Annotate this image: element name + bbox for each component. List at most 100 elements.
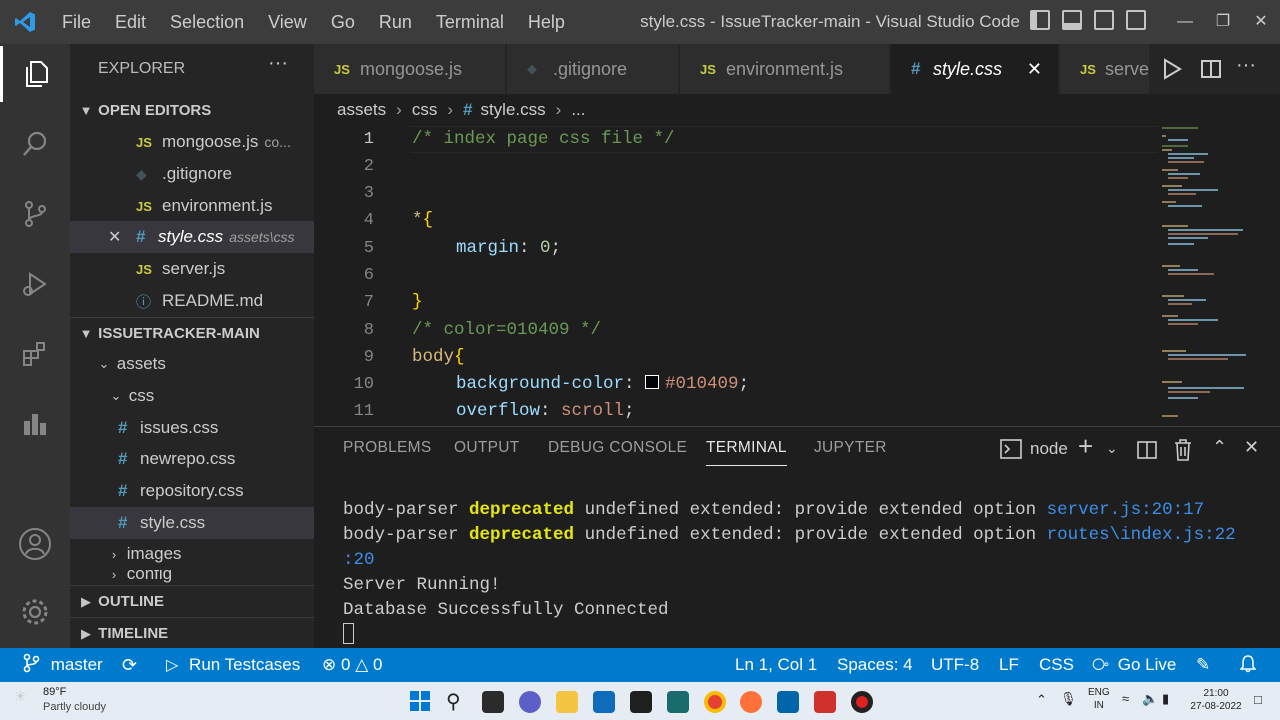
notification-center-icon[interactable]: □ bbox=[1254, 692, 1262, 707]
close-panel-icon[interactable]: ✕ bbox=[1244, 437, 1259, 458]
breadcrumb-item[interactable]: style.css bbox=[480, 100, 545, 120]
battery-icon[interactable]: ▮ bbox=[1162, 691, 1169, 707]
microphone-icon[interactable]: 🎙 bbox=[1060, 691, 1077, 707]
recorder-icon[interactable] bbox=[851, 691, 873, 713]
breadcrumb-item[interactable]: ... bbox=[571, 100, 585, 120]
testing-icon[interactable] bbox=[0, 396, 70, 452]
minimap[interactable] bbox=[1158, 126, 1258, 426]
end-of-line[interactable]: LF bbox=[999, 648, 1019, 682]
toggle-panel-icon[interactable] bbox=[1062, 10, 1082, 30]
run-debug-icon[interactable] bbox=[0, 256, 70, 312]
tree-file-selected[interactable]: # style.css bbox=[70, 507, 314, 539]
tree-file[interactable]: # issues.css bbox=[70, 412, 314, 444]
tab-server[interactable]: JS serve bbox=[1060, 44, 1150, 94]
tab-output[interactable]: OUTPUT bbox=[454, 439, 520, 457]
tab-jupyter[interactable]: JUPYTER bbox=[814, 439, 887, 457]
taskbar-search-icon[interactable]: ⚲ bbox=[446, 689, 461, 714]
accounts-icon[interactable] bbox=[0, 516, 70, 572]
more-actions-icon[interactable]: ··· bbox=[1236, 54, 1256, 77]
folder-css[interactable]: ⌄ css bbox=[70, 380, 314, 412]
menu-run[interactable]: Run bbox=[367, 0, 424, 44]
manage-gear-icon[interactable] bbox=[0, 584, 70, 640]
run-testcases-button[interactable]: ▷ Run Testcases bbox=[166, 648, 300, 683]
problems-indicator[interactable]: ⊗ 0 △ 0 bbox=[322, 648, 382, 682]
chevron-up-icon[interactable]: ⌃ bbox=[1036, 692, 1047, 708]
terminal-selector[interactable]: node bbox=[1000, 439, 1068, 459]
breadcrumb-item[interactable]: assets bbox=[337, 100, 386, 120]
new-terminal-icon[interactable]: + bbox=[1078, 431, 1093, 462]
wifi-icon[interactable]: ≈ bbox=[1122, 691, 1129, 706]
folder-images[interactable]: › images bbox=[70, 538, 314, 570]
folder-assets[interactable]: ⌄ assets bbox=[70, 348, 314, 380]
weather-desc[interactable]: Partly cloudy bbox=[43, 701, 106, 713]
open-editor-item-active[interactable]: ✕ # style.css assets\css bbox=[70, 221, 314, 253]
weather-temp[interactable]: 89°F bbox=[43, 686, 66, 698]
open-editor-item[interactable]: JS server.js bbox=[70, 253, 314, 285]
source-control-icon[interactable] bbox=[0, 186, 70, 242]
chevron-up-icon[interactable]: ⌃ bbox=[1212, 437, 1227, 458]
mail-icon[interactable] bbox=[593, 691, 615, 713]
clock[interactable]: 21:00 27-08-2022 bbox=[1190, 687, 1242, 713]
terminal-link[interactable]: routes\index.js:22 bbox=[1047, 525, 1236, 545]
file-explorer-icon[interactable] bbox=[556, 691, 578, 713]
chat-icon[interactable] bbox=[519, 691, 541, 713]
menu-file[interactable]: File bbox=[50, 0, 103, 44]
project-section[interactable]: ▼ ISSUETRACKER-MAIN bbox=[70, 317, 314, 349]
open-editors-section[interactable]: ▼ OPEN EDITORS bbox=[70, 94, 314, 126]
language-mode[interactable]: CSS bbox=[1039, 648, 1074, 682]
terminal-link[interactable]: server.js:20:17 bbox=[1047, 500, 1205, 520]
menu-selection[interactable]: Selection bbox=[158, 0, 256, 44]
menu-help[interactable]: Help bbox=[516, 0, 577, 44]
terminal-link[interactable]: :20 bbox=[343, 550, 375, 570]
language-indicator[interactable]: ENG IN bbox=[1088, 686, 1110, 712]
vscode-taskbar-icon[interactable] bbox=[777, 691, 799, 713]
close-tab-icon[interactable]: ✕ bbox=[1027, 59, 1042, 80]
menu-go[interactable]: Go bbox=[319, 0, 367, 44]
toggle-secondary-sidebar-icon[interactable] bbox=[1094, 10, 1114, 30]
trash-icon[interactable] bbox=[1174, 439, 1192, 466]
encoding[interactable]: UTF-8 bbox=[931, 648, 979, 682]
open-editor-item[interactable]: ⓘ README.md bbox=[70, 285, 314, 317]
tab-environment[interactable]: JS environment.js bbox=[680, 44, 890, 94]
open-editor-item[interactable]: ◆ .gitignore bbox=[70, 158, 314, 190]
explorer-icon[interactable] bbox=[0, 46, 70, 102]
dropbox-icon[interactable] bbox=[630, 691, 652, 713]
code-editor[interactable]: 1 2 3 4 5 6 7 8 9 10 11 /* index page cs… bbox=[314, 126, 1280, 426]
timeline-section[interactable]: ▶ TIMELINE bbox=[70, 617, 314, 649]
notifications-bell-icon[interactable] bbox=[1239, 648, 1257, 682]
extensions-icon[interactable] bbox=[0, 326, 70, 382]
tab-terminal[interactable]: TERMINAL bbox=[706, 439, 787, 466]
breadcrumb-item[interactable]: css bbox=[412, 100, 438, 120]
close-icon[interactable]: ✕ bbox=[108, 227, 136, 247]
indentation[interactable]: Spaces: 4 bbox=[837, 648, 913, 682]
minimize-icon[interactable]: — bbox=[1166, 0, 1204, 44]
volume-icon[interactable]: 🔈 bbox=[1142, 691, 1158, 707]
feedback-icon[interactable]: ✎ bbox=[1196, 648, 1210, 682]
close-window-icon[interactable]: ✕ bbox=[1242, 0, 1280, 44]
tab-problems[interactable]: PROBLEMS bbox=[343, 439, 432, 457]
tree-file[interactable]: # repository.css bbox=[70, 475, 314, 507]
toggle-sidebar-icon[interactable] bbox=[1030, 10, 1050, 30]
split-editor-icon[interactable] bbox=[1200, 58, 1222, 85]
weather-icon[interactable]: ☀ bbox=[14, 688, 27, 705]
sync-icon[interactable]: ⟳ bbox=[122, 648, 137, 682]
outline-section[interactable]: ▶ OUTLINE bbox=[70, 585, 314, 617]
menu-view[interactable]: View bbox=[256, 0, 319, 44]
tab-style-css[interactable]: # style.css ✕ bbox=[891, 44, 1059, 94]
tab-mongoose[interactable]: JS mongoose.js bbox=[314, 44, 506, 94]
app-icon[interactable] bbox=[814, 691, 836, 713]
firefox-icon[interactable] bbox=[740, 691, 762, 713]
menu-edit[interactable]: Edit bbox=[103, 0, 158, 44]
terminal-cursor[interactable] bbox=[343, 623, 354, 644]
customize-layout-icon[interactable] bbox=[1126, 10, 1146, 30]
menu-terminal[interactable]: Terminal bbox=[424, 0, 516, 44]
run-file-icon[interactable] bbox=[1162, 58, 1182, 85]
windows-start-icon[interactable] bbox=[410, 691, 430, 716]
restore-icon[interactable]: ❐ bbox=[1204, 0, 1242, 44]
branch-indicator[interactable]: master bbox=[22, 648, 103, 682]
chevron-down-icon[interactable]: ⌄ bbox=[1106, 440, 1118, 457]
folder-config[interactable]: › config bbox=[70, 570, 314, 584]
color-swatch[interactable] bbox=[645, 375, 660, 389]
cursor-position[interactable]: Ln 1, Col 1 bbox=[735, 648, 817, 682]
task-view-icon[interactable] bbox=[482, 691, 504, 713]
